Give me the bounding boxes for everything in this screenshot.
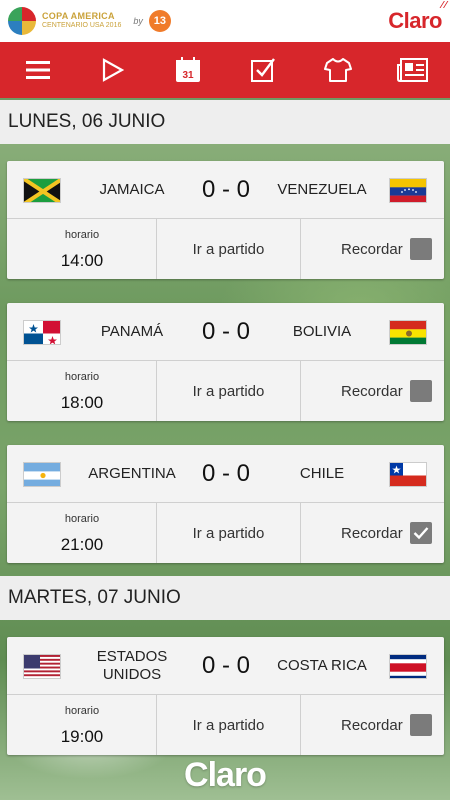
copa-emblem-icon [8, 7, 36, 35]
svg-text:31: 31 [182, 70, 194, 81]
claro-logo: Claro ⁄ ⁄ [388, 0, 446, 33]
match-row[interactable]: PANAMÁ 0 - 0 BOLIVIA [7, 303, 444, 361]
tournament-title: COPA AMERICA [42, 11, 115, 21]
jamaica-flag-icon [23, 178, 61, 203]
match-card: PANAMÁ 0 - 0 BOLIVIA horario 18:00 Ir a … [7, 303, 444, 421]
match-time: horario 19:00 [7, 695, 157, 755]
tournament-subtitle: CENTENARIO USA 2016 [42, 22, 122, 29]
copa-america-logo: COPA AMERICA CENTENARIO USA 2016 by 13 [8, 7, 171, 35]
news-icon[interactable] [393, 50, 433, 90]
go-to-match-button[interactable]: Ir a partido [157, 695, 301, 755]
play-icon[interactable] [93, 50, 133, 90]
home-team: ESTADOS UNIDOS [96, 648, 168, 683]
checklist-icon[interactable] [243, 50, 283, 90]
by-label: by [133, 16, 143, 26]
time-value: 18:00 [60, 393, 104, 412]
chile-flag-icon [389, 462, 427, 487]
claro-footer-logo: Claro [184, 755, 267, 794]
venezuela-flag-icon [389, 178, 427, 203]
go-to-match-button[interactable]: Ir a partido [157, 361, 301, 421]
time-label: horario [64, 371, 100, 383]
day-header: LUNES, 06 JUNIO [0, 100, 450, 144]
score: 0 - 0 [201, 176, 251, 203]
home-team: PANAMÁ [100, 323, 164, 340]
time-label: horario [64, 705, 100, 717]
score: 0 - 0 [201, 318, 251, 345]
away-team: VENEZUELA [277, 181, 367, 198]
remind-checkbox[interactable] [410, 522, 432, 544]
channel-13-logo: 13 [148, 10, 171, 32]
remind-checkbox[interactable] [410, 714, 432, 736]
time-label: horario [64, 229, 100, 241]
calendar-icon[interactable]: 31 [168, 50, 208, 90]
time-value: 19:00 [60, 727, 104, 746]
day-header: MARTES, 07 JUNIO [0, 576, 450, 620]
go-to-match-button[interactable]: Ir a partido [157, 503, 301, 563]
nav-bar: 31 [0, 42, 450, 98]
time-label: horario [64, 513, 100, 525]
checkmark-icon [413, 527, 429, 540]
claro-rays-icon: ⁄ ⁄ [441, 0, 446, 11]
argentina-flag-icon [23, 462, 61, 487]
away-team: BOLIVIA [292, 323, 352, 340]
menu-icon[interactable] [18, 50, 58, 90]
match-card: ESTADOS UNIDOS 0 - 0 COSTA RICA horario … [7, 637, 444, 755]
match-row[interactable]: ARGENTINA 0 - 0 CHILE [7, 445, 444, 503]
match-time: horario 18:00 [7, 361, 157, 421]
match-row[interactable]: ESTADOS UNIDOS 0 - 0 COSTA RICA [7, 637, 444, 695]
usa-flag-icon [23, 654, 61, 679]
costa-rica-flag-icon [389, 654, 427, 679]
score: 0 - 0 [201, 652, 251, 679]
remind-checkbox[interactable] [410, 238, 432, 260]
score: 0 - 0 [201, 460, 251, 487]
top-bar: COPA AMERICA CENTENARIO USA 2016 by 13 C… [0, 0, 450, 42]
home-team: JAMAICA [99, 181, 165, 198]
match-card: JAMAICA 0 - 0 VENEZUELA horario 14:00 Ir… [7, 161, 444, 279]
remind-checkbox[interactable] [410, 380, 432, 402]
away-team: CHILE [299, 465, 345, 482]
time-value: 14:00 [60, 251, 104, 270]
shirt-icon[interactable] [318, 50, 358, 90]
time-value: 21:00 [60, 535, 104, 554]
bolivia-flag-icon [389, 320, 427, 345]
match-card: ARGENTINA 0 - 0 CHILE horario 21:00 Ir a… [7, 445, 444, 563]
home-team: ARGENTINA [88, 465, 176, 482]
go-to-match-button[interactable]: Ir a partido [157, 219, 301, 279]
panama-flag-icon [23, 320, 61, 345]
away-team: COSTA RICA [277, 657, 367, 674]
match-time: horario 14:00 [7, 219, 157, 279]
match-time: horario 21:00 [7, 503, 157, 563]
match-row[interactable]: JAMAICA 0 - 0 VENEZUELA [7, 161, 444, 219]
